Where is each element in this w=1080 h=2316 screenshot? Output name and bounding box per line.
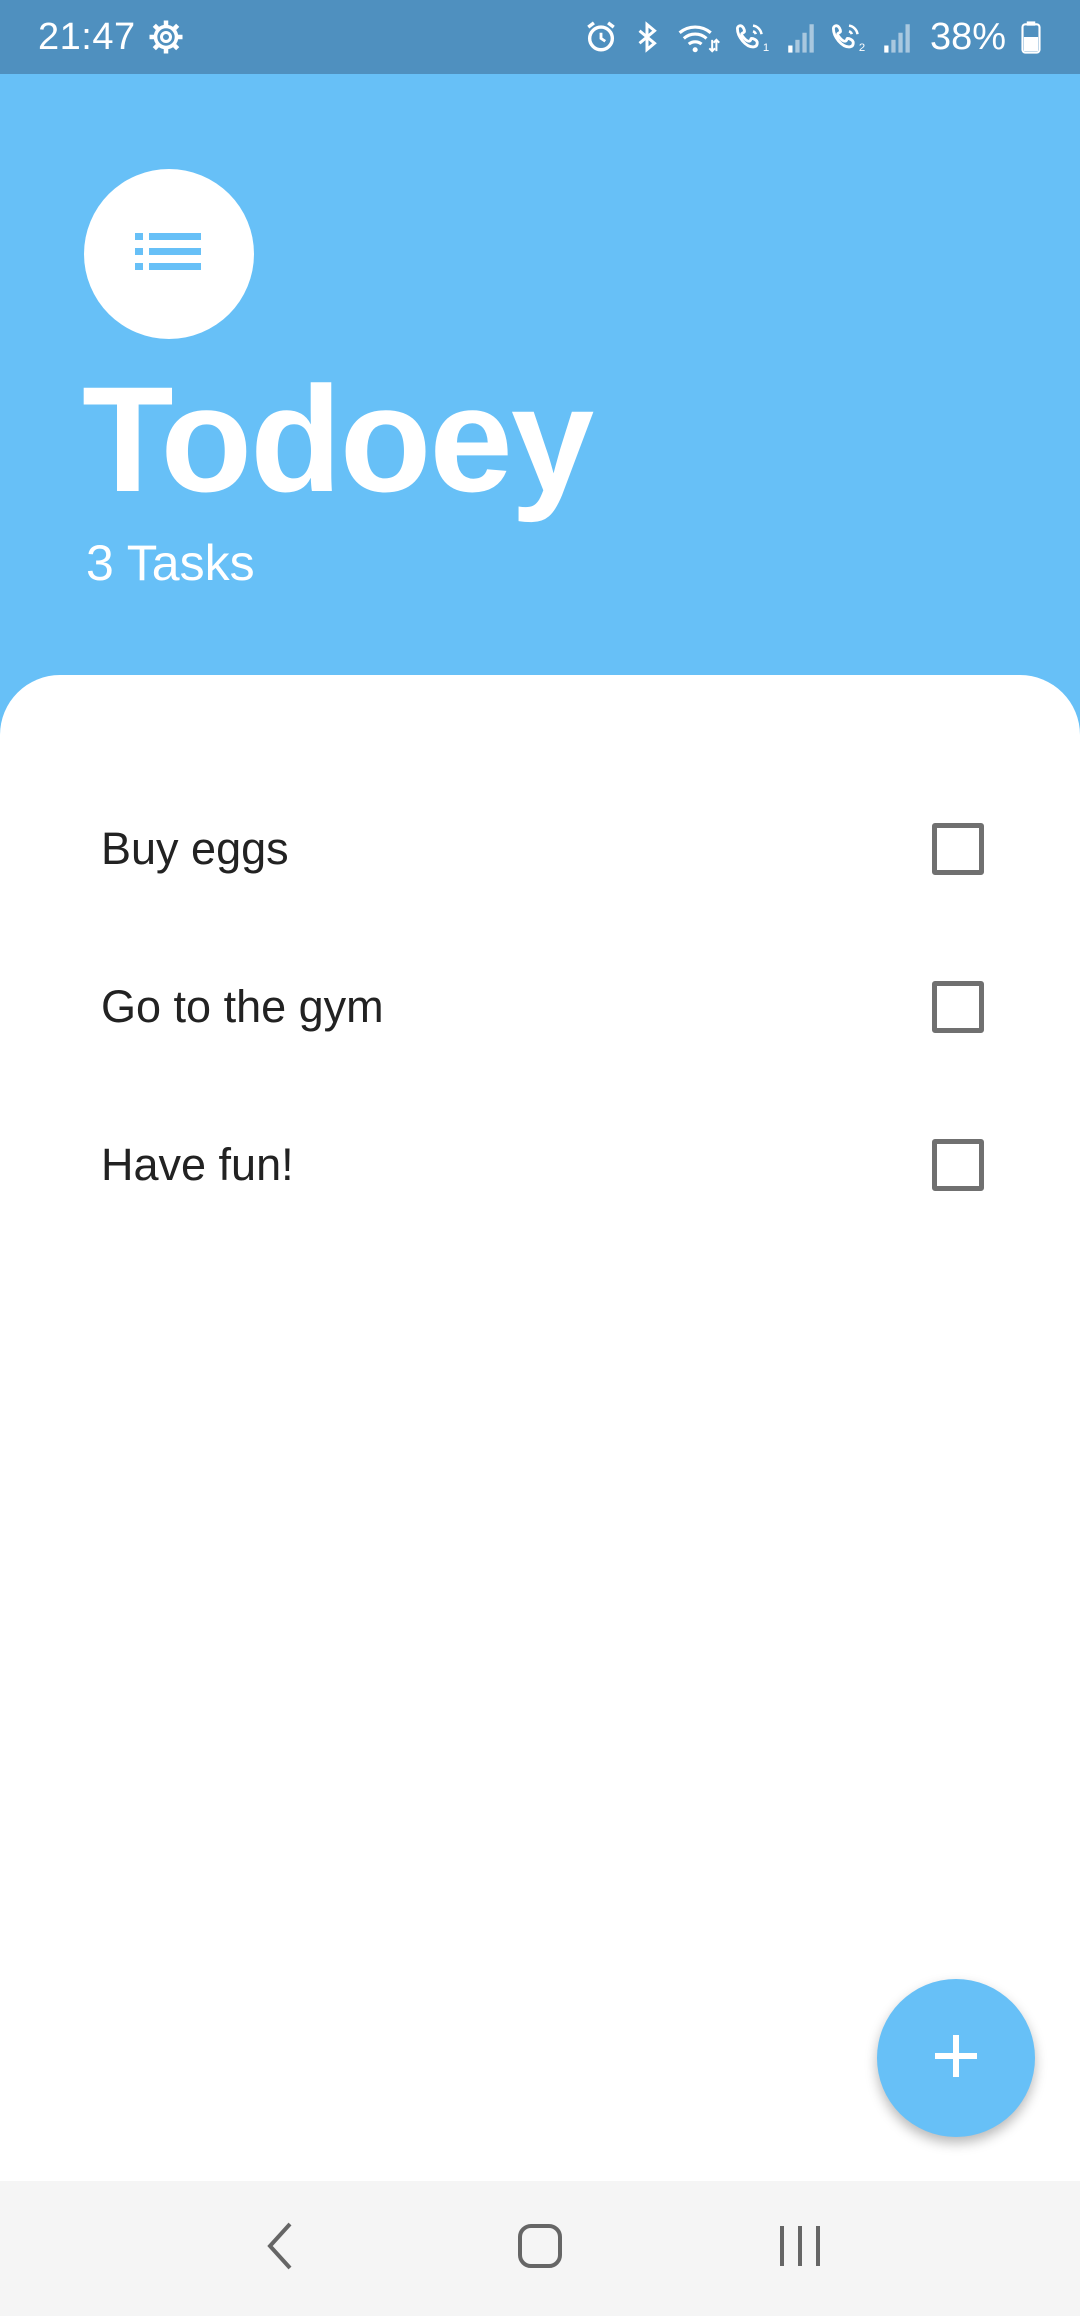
volte-sim1-icon: 1 xyxy=(734,20,772,54)
header-avatar xyxy=(84,169,254,339)
list-icon xyxy=(135,227,203,282)
task-label: Buy eggs xyxy=(101,823,289,874)
page-title: Todoey xyxy=(82,355,594,523)
status-bar: 21:47 1 2 38% xyxy=(0,0,1080,74)
list-item[interactable]: Have fun! xyxy=(0,1086,1080,1244)
back-button[interactable] xyxy=(220,2199,340,2299)
system-nav-bar xyxy=(0,2181,1080,2316)
battery-percent: 38% xyxy=(929,15,1006,58)
task-checkbox[interactable] xyxy=(932,823,984,875)
signal-sim1-icon xyxy=(786,20,816,54)
alarm-icon xyxy=(584,20,618,54)
plus-icon xyxy=(933,2033,979,2084)
status-time: 21:47 xyxy=(38,15,136,58)
home-button[interactable] xyxy=(480,2199,600,2299)
task-count: 3 Tasks xyxy=(86,535,255,591)
recents-button[interactable] xyxy=(740,2199,860,2299)
bluetooth-icon xyxy=(632,20,662,54)
task-checkbox[interactable] xyxy=(932,981,984,1033)
task-list: Buy eggs Go to the gym Have fun! xyxy=(0,675,1080,1244)
task-checkbox[interactable] xyxy=(932,1139,984,1191)
volte-sim2-icon: 2 xyxy=(830,20,868,54)
add-task-button[interactable] xyxy=(877,1979,1035,2137)
list-item[interactable]: Buy eggs xyxy=(0,770,1080,928)
battery-icon xyxy=(1020,20,1042,54)
back-icon xyxy=(265,2221,295,2276)
task-sheet: Buy eggs Go to the gym Have fun! xyxy=(0,675,1080,2181)
signal-sim2-icon xyxy=(882,20,912,54)
list-item[interactable]: Go to the gym xyxy=(0,928,1080,1086)
settings-icon xyxy=(148,19,184,55)
svg-text:2: 2 xyxy=(859,42,865,54)
wifi-icon xyxy=(676,20,720,54)
home-icon xyxy=(517,2223,563,2274)
task-label: Have fun! xyxy=(101,1139,294,1190)
recents-icon xyxy=(778,2223,822,2274)
svg-text:1: 1 xyxy=(763,42,769,54)
task-label: Go to the gym xyxy=(101,981,384,1032)
header: Todoey 3 Tasks xyxy=(0,74,1080,714)
